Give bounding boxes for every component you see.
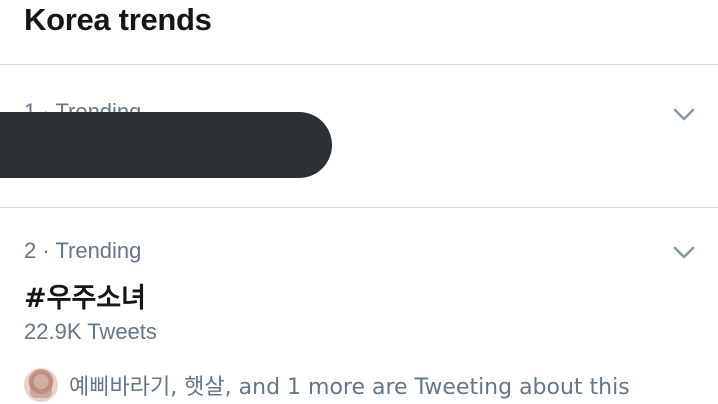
redaction-bar <box>0 112 332 178</box>
page-header: Korea trends <box>0 0 718 64</box>
avatar-hair <box>30 372 52 398</box>
trend-name[interactable]: #우주소녀 <box>24 276 146 315</box>
tweet-count: 22.9K Tweets <box>24 319 157 344</box>
avatar <box>24 368 58 402</box>
social-context-text: 예삐바라기, 햇살, and 1 more are Tweeting about… <box>69 375 630 400</box>
page-title: Korea trends <box>24 2 212 37</box>
chevron-down-icon[interactable] <box>672 240 696 264</box>
chevron-down-icon[interactable] <box>672 102 696 126</box>
trend-meta: 2 · Trending <box>24 238 142 263</box>
